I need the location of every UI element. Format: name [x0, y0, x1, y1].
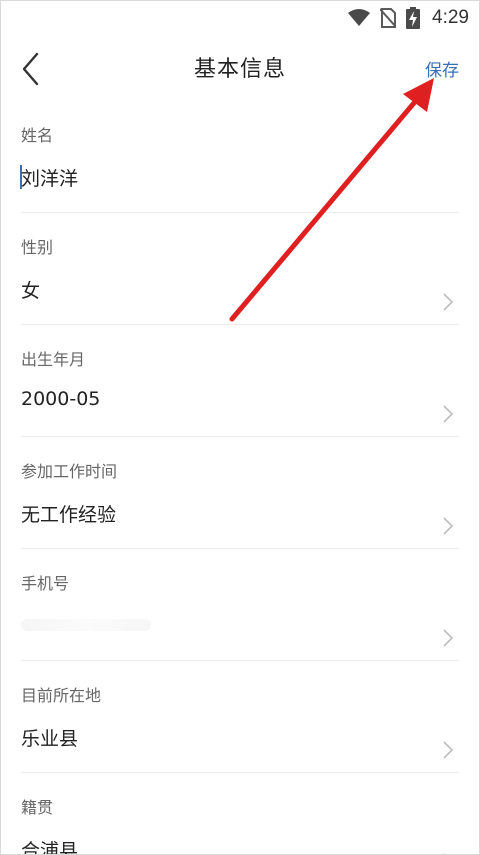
status-bar: 4:29 — [1, 1, 479, 35]
chevron-right-icon — [443, 293, 453, 311]
chevron-right-icon — [443, 741, 453, 759]
no-sim-icon — [380, 8, 397, 28]
field-hometown[interactable]: 籍贯 合浦县 — [21, 773, 459, 855]
field-phone[interactable]: 手机号 — [21, 549, 459, 661]
page-title: 基本信息 — [193, 57, 286, 82]
field-label: 姓名 — [21, 126, 54, 145]
chevron-right-icon — [443, 629, 453, 647]
field-value: 女 — [21, 280, 41, 302]
status-time: 4:29 — [432, 7, 469, 28]
status-icons: 4:29 — [348, 7, 469, 29]
field-birth-month[interactable]: 出生年月 2000-05 — [21, 325, 459, 437]
field-value: 2000-05 — [21, 388, 101, 410]
save-button[interactable]: 保存 — [425, 56, 459, 81]
field-value: 无工作经验 — [21, 504, 117, 526]
field-work-start[interactable]: 参加工作时间 无工作经验 — [21, 437, 459, 549]
chevron-right-icon — [443, 517, 453, 535]
field-label: 籍贯 — [21, 798, 54, 817]
name-input[interactable]: 刘洋洋 — [21, 164, 78, 191]
screen: 4:29 基本信息 保存 姓名 刘洋洋 性别 女 出生年月 2000-05 参加… — [0, 0, 480, 855]
basic-info-form: 姓名 刘洋洋 性别 女 出生年月 2000-05 参加工作时间 无工作经验 手机… — [20, 101, 459, 855]
field-label: 性别 — [21, 238, 54, 257]
field-label: 目前所在地 — [21, 686, 102, 705]
field-label: 参加工作时间 — [21, 462, 118, 481]
field-name[interactable]: 姓名 刘洋洋 — [20, 101, 459, 213]
chevron-right-icon — [443, 405, 453, 423]
phone-value-blurred — [21, 619, 151, 631]
field-gender[interactable]: 性别 女 — [21, 213, 459, 325]
field-value: 乐业县 — [21, 728, 79, 750]
battery-charging-icon — [406, 7, 421, 29]
nav-bar: 基本信息 保存 — [1, 35, 479, 101]
field-current-location[interactable]: 目前所在地 乐业县 — [21, 661, 459, 773]
field-label: 出生年月 — [21, 350, 86, 369]
field-value: 合浦县 — [21, 840, 79, 855]
wifi-icon — [348, 9, 371, 26]
field-label: 手机号 — [21, 574, 70, 593]
